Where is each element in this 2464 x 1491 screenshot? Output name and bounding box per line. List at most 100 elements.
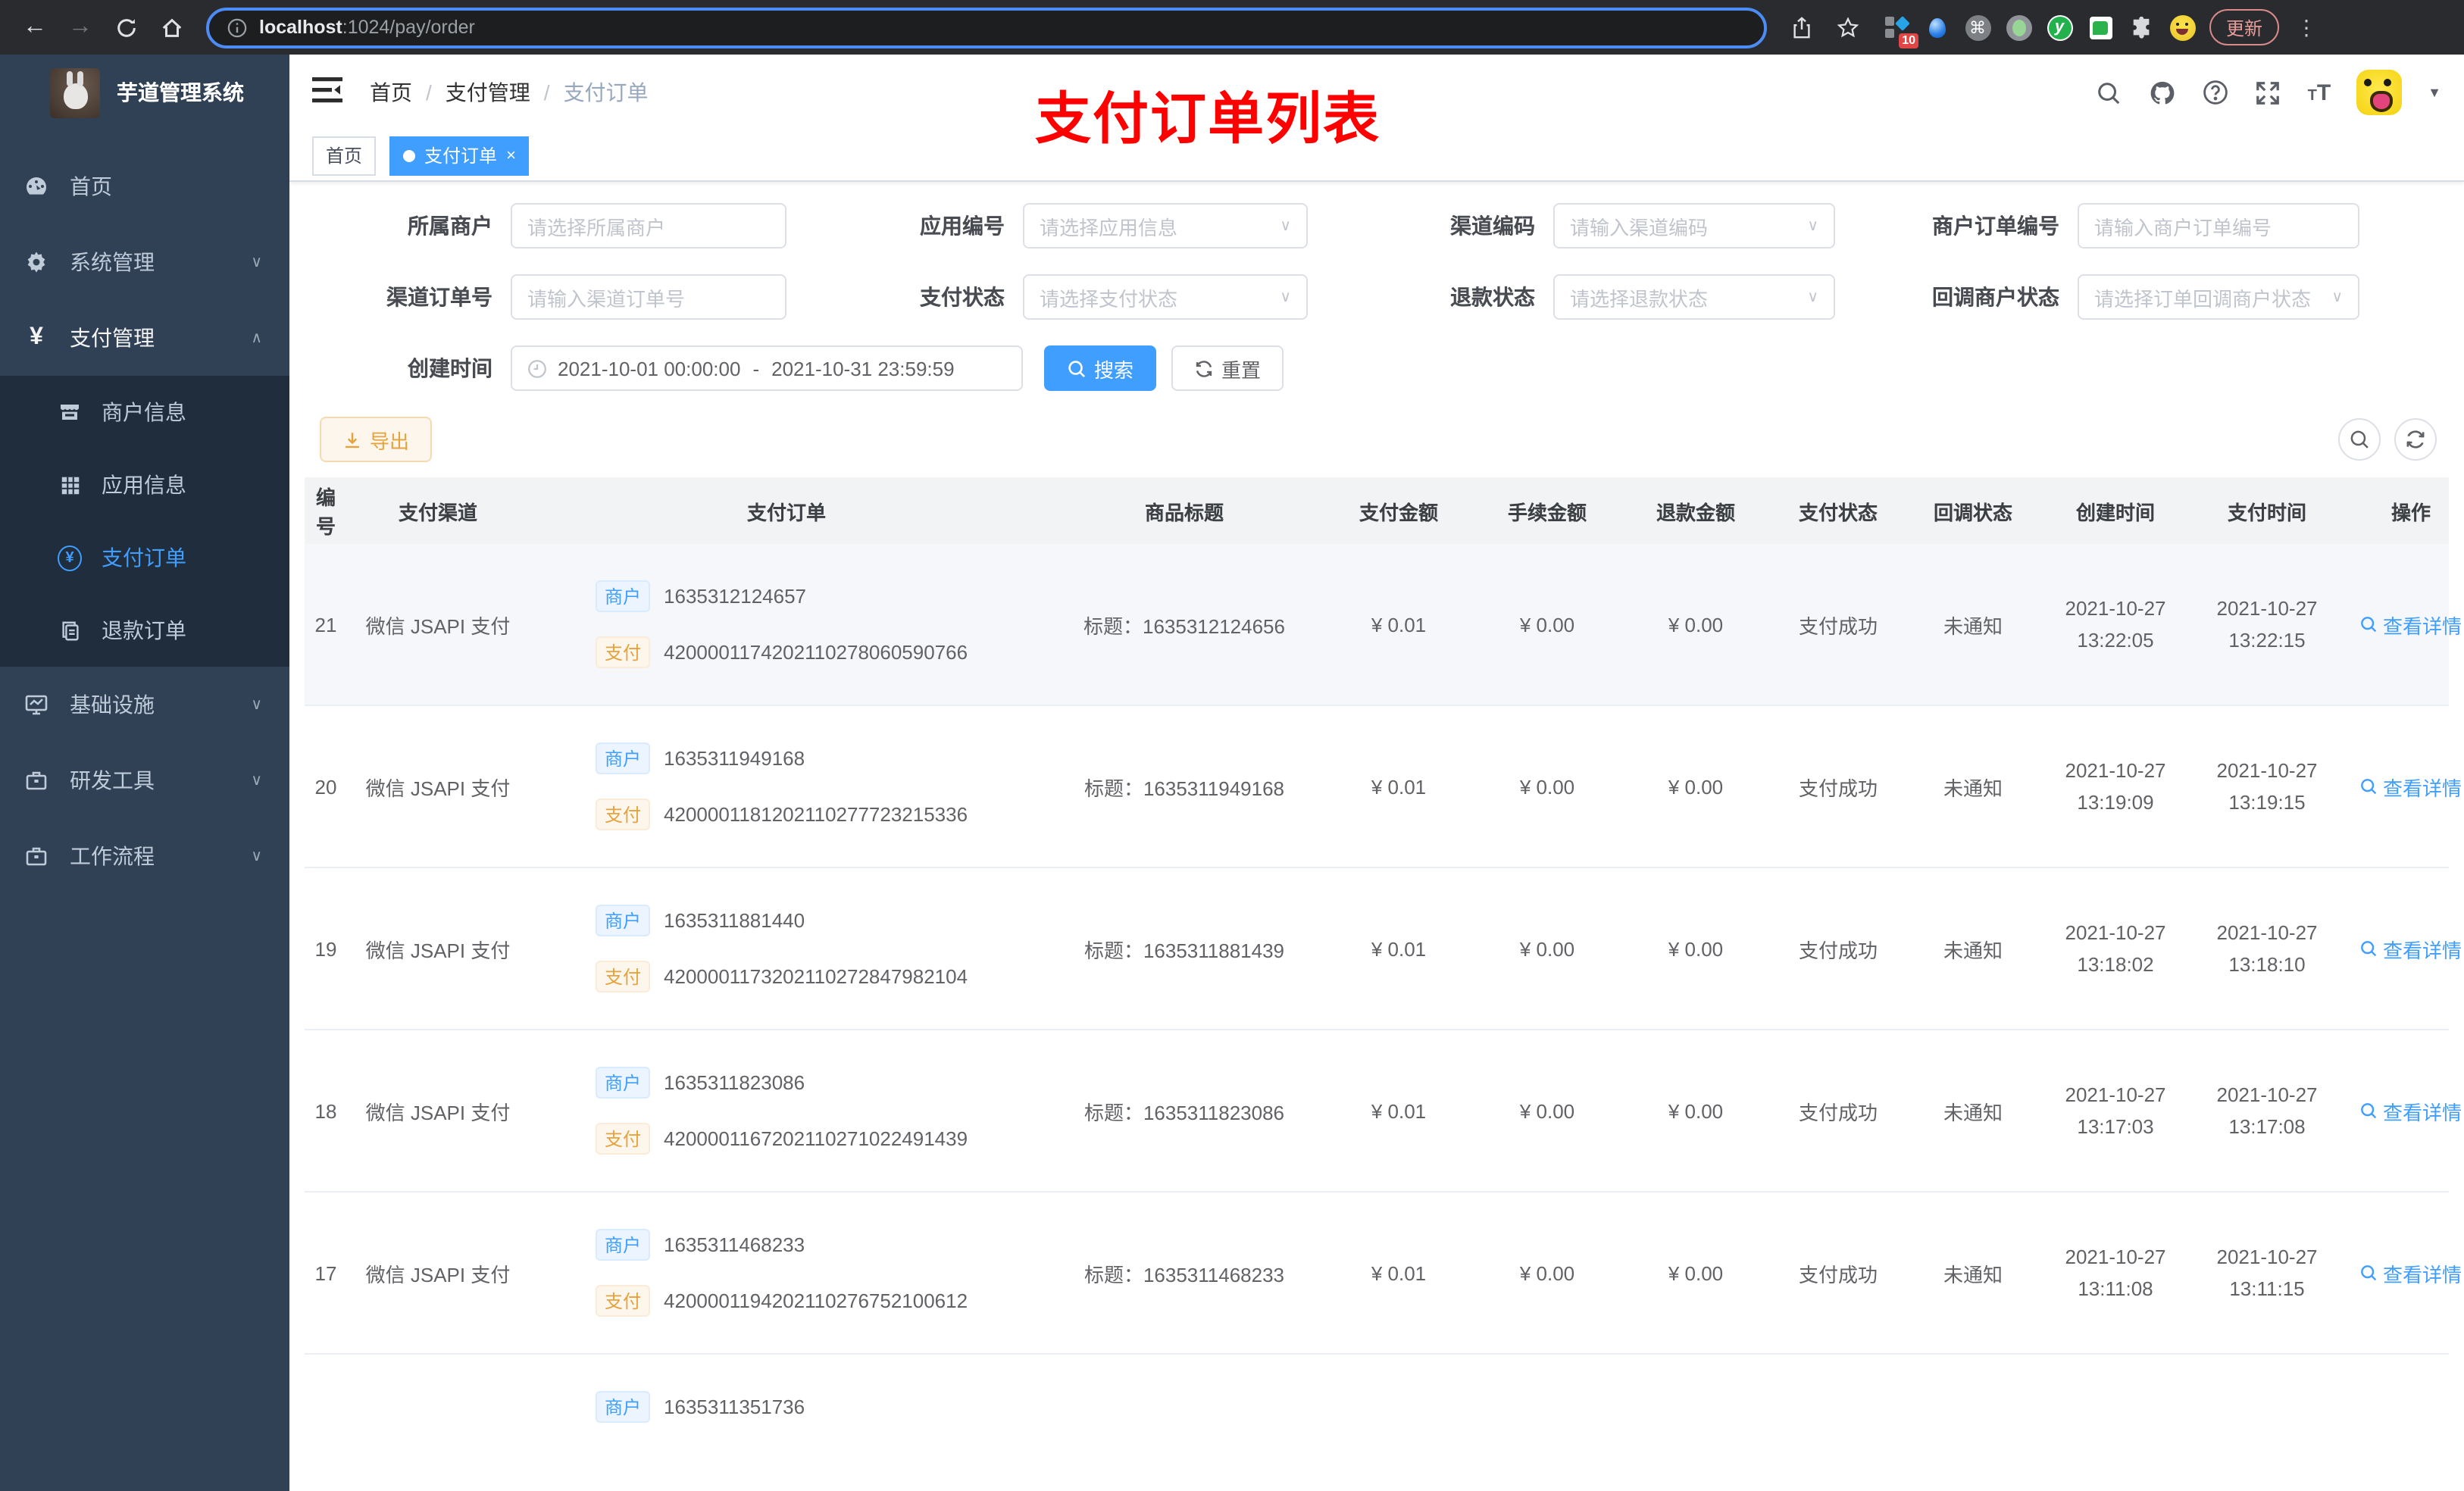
search-button[interactable]: 搜索 bbox=[1044, 345, 1157, 391]
view-detail-label: 查看详情 bbox=[2382, 1101, 2462, 1124]
view-detail-link[interactable]: 查看详情 bbox=[2360, 1096, 2462, 1125]
pay-status-select[interactable]: 请选择支付状态 ∨ bbox=[1023, 274, 1308, 320]
placeholder-text: 请输入渠道订单号 bbox=[527, 287, 686, 310]
sidebar-item-app-info[interactable]: 应用信息 bbox=[0, 449, 289, 521]
cell-create-time: 2021-10-27 13:17:03 bbox=[2065, 1083, 2166, 1138]
filter-label: 渠道编码 bbox=[1450, 214, 1535, 238]
site-info-icon[interactable] bbox=[227, 17, 247, 37]
channel-code-select[interactable]: 请输入渠道编码 ∨ bbox=[1553, 203, 1835, 248]
view-detail-link[interactable]: 查看详情 bbox=[2360, 772, 2462, 801]
grid-diamond-ext-icon[interactable]: 10 bbox=[1882, 14, 1918, 48]
url-path: :1024/pay/order bbox=[342, 17, 475, 38]
cell-order: 商户 1635311468233 支付 4200001194202110276752… bbox=[529, 1229, 1044, 1317]
app-select[interactable]: 请选择应用信息 ∨ bbox=[1023, 203, 1308, 248]
col-title: 商品标题 bbox=[1144, 501, 1224, 524]
y-circle-ext-icon[interactable]: y bbox=[2046, 14, 2073, 41]
sidebar-item-infrastructure[interactable]: 基础设施 ∨ bbox=[0, 667, 289, 742]
channel-order-no-input[interactable]: 请输入渠道订单号 bbox=[511, 274, 786, 320]
breadcrumb-payment[interactable]: 支付管理 bbox=[446, 77, 530, 108]
pay-tag: 支付 bbox=[596, 636, 651, 668]
fullscreen-icon[interactable] bbox=[2255, 79, 2282, 106]
bookmark-star-icon[interactable] bbox=[1828, 8, 1867, 47]
merchant-order-no-input[interactable]: 请输入商户订单编号 bbox=[2078, 203, 2359, 248]
placeholder-text: 请选择应用信息 bbox=[1040, 216, 1178, 239]
cell-title: 标题：1635311881439 bbox=[1083, 939, 1285, 961]
sidebar-item-merchant-info[interactable]: 商户信息 bbox=[0, 376, 289, 449]
merchant-select[interactable]: 请选择所属商户 bbox=[511, 203, 786, 248]
filter-label: 回调商户状态 bbox=[1932, 285, 2059, 309]
browser-reload-icon[interactable] bbox=[106, 8, 145, 47]
pay-order-no: 4200001167202110271022491439 bbox=[664, 1127, 968, 1150]
browser-back-icon[interactable]: ← bbox=[15, 8, 55, 47]
browser-update-button[interactable]: 更新 bbox=[2209, 9, 2280, 45]
cell-fee: ¥ 0.00 bbox=[1519, 775, 1575, 798]
table-row: 商户 1635311351736 bbox=[305, 1355, 2449, 1491]
cell-amount: ¥ 0.01 bbox=[1371, 1261, 1427, 1284]
filter-label: 商户订单编号 bbox=[1932, 214, 2059, 238]
sidebar-item-refund-order[interactable]: 退款订单 bbox=[0, 594, 289, 667]
refund-status-select[interactable]: 请选择退款状态 ∨ bbox=[1553, 274, 1835, 320]
breadcrumb-home[interactable]: 首页 bbox=[370, 77, 412, 108]
cell-channel: 微信 JSAPI 支付 bbox=[365, 939, 511, 961]
avatar[interactable] bbox=[2356, 70, 2403, 115]
sidebar-item-payment[interactable]: ¥ 支付管理 ∧ bbox=[0, 300, 289, 376]
browser-menu-icon[interactable]: ⋮ bbox=[2296, 14, 2317, 40]
hamburger-icon[interactable] bbox=[312, 77, 342, 108]
extensions-puzzle-icon[interactable] bbox=[2128, 14, 2155, 41]
logo-rabbit-image bbox=[50, 67, 100, 117]
filter-label: 退款状态 bbox=[1450, 285, 1535, 309]
cell-actions: 查看详情 bbox=[2343, 1258, 2464, 1287]
merchant-tag: 商户 bbox=[596, 1067, 651, 1099]
magnifier-icon bbox=[2362, 1103, 2378, 1119]
view-detail-link[interactable]: 查看详情 bbox=[2360, 934, 2462, 963]
sidebar-item-home[interactable]: 首页 bbox=[0, 148, 289, 224]
sidebar-item-dev-tools[interactable]: 研发工具 ∨ bbox=[0, 742, 289, 818]
github-icon[interactable] bbox=[2149, 79, 2176, 106]
url-bar[interactable]: localhost:1024/pay/order bbox=[206, 7, 1767, 48]
placeholder-text: 请输入商户订单编号 bbox=[2094, 216, 2272, 239]
toggle-search-button[interactable] bbox=[2338, 418, 2381, 461]
balloon-ext-icon[interactable] bbox=[1923, 14, 1950, 41]
view-detail-link[interactable]: 查看详情 bbox=[2360, 1258, 2462, 1287]
sidebar-logo[interactable]: 芋道管理系统 bbox=[0, 55, 289, 130]
help-icon[interactable] bbox=[2202, 79, 2229, 106]
filter-label: 应用编号 bbox=[920, 214, 1005, 238]
export-button-label: 导出 bbox=[370, 430, 410, 452]
command-ext-icon[interactable]: ⌘ bbox=[1964, 14, 1991, 41]
notify-status-select[interactable]: 请选择订单回调商户状态 ∨ bbox=[2078, 274, 2359, 320]
font-size-icon[interactable]: TT bbox=[2308, 80, 2331, 105]
merchant-tag: 商户 bbox=[596, 905, 651, 936]
tag-pay-order[interactable]: 支付订单 × bbox=[389, 136, 530, 175]
status-circle-ext-icon[interactable] bbox=[2005, 14, 2032, 41]
cell-status: 支付成功 bbox=[1798, 1101, 1878, 1124]
cell-pay-time: 2021-10-27 13:11:15 bbox=[2216, 1246, 2318, 1300]
create-time-range-input[interactable]: 2021-10-01 00:00:00 - 2021-10-31 23:59:5… bbox=[511, 345, 1023, 391]
yen-icon: ¥ bbox=[30, 324, 43, 350]
chevron-down-icon: ∨ bbox=[1807, 217, 1818, 234]
browser-home-icon[interactable] bbox=[152, 8, 191, 47]
cell-id: 20 bbox=[314, 775, 337, 798]
col-fee: 手续金额 bbox=[1507, 501, 1587, 524]
sidebar-item-system[interactable]: 系统管理 ∨ bbox=[0, 224, 289, 300]
refresh-button[interactable] bbox=[2394, 418, 2437, 461]
header-search-icon[interactable] bbox=[2096, 79, 2123, 106]
export-button[interactable]: 导出 bbox=[320, 417, 433, 462]
sidebar-item-label: 系统管理 bbox=[70, 250, 155, 274]
grid-icon bbox=[58, 473, 82, 497]
view-detail-link[interactable]: 查看详情 bbox=[2360, 610, 2462, 639]
emoji-ext-icon[interactable] bbox=[2169, 14, 2196, 41]
tag-home[interactable]: 首页 bbox=[312, 136, 377, 175]
reset-button[interactable]: 重置 bbox=[1171, 345, 1284, 391]
merchant-order-no: 1635311881440 bbox=[664, 909, 805, 932]
share-icon[interactable] bbox=[1782, 8, 1821, 47]
merchant-tag: 商户 bbox=[596, 1229, 651, 1261]
avatar-caret-icon[interactable]: ▼ bbox=[2428, 85, 2441, 100]
sidebar-item-pay-order[interactable]: ¥ 支付订单 bbox=[0, 521, 289, 594]
col-status: 支付状态 bbox=[1798, 501, 1878, 524]
browser-forward-icon[interactable]: → bbox=[61, 8, 100, 47]
tag-close-icon[interactable]: × bbox=[506, 146, 516, 164]
cell-channel: 微信 JSAPI 支付 bbox=[365, 614, 511, 637]
chat-ext-icon[interactable] bbox=[2087, 14, 2114, 41]
sidebar-item-workflow[interactable]: 工作流程 ∨ bbox=[0, 818, 289, 894]
cell-notify: 未通知 bbox=[1943, 614, 2003, 637]
